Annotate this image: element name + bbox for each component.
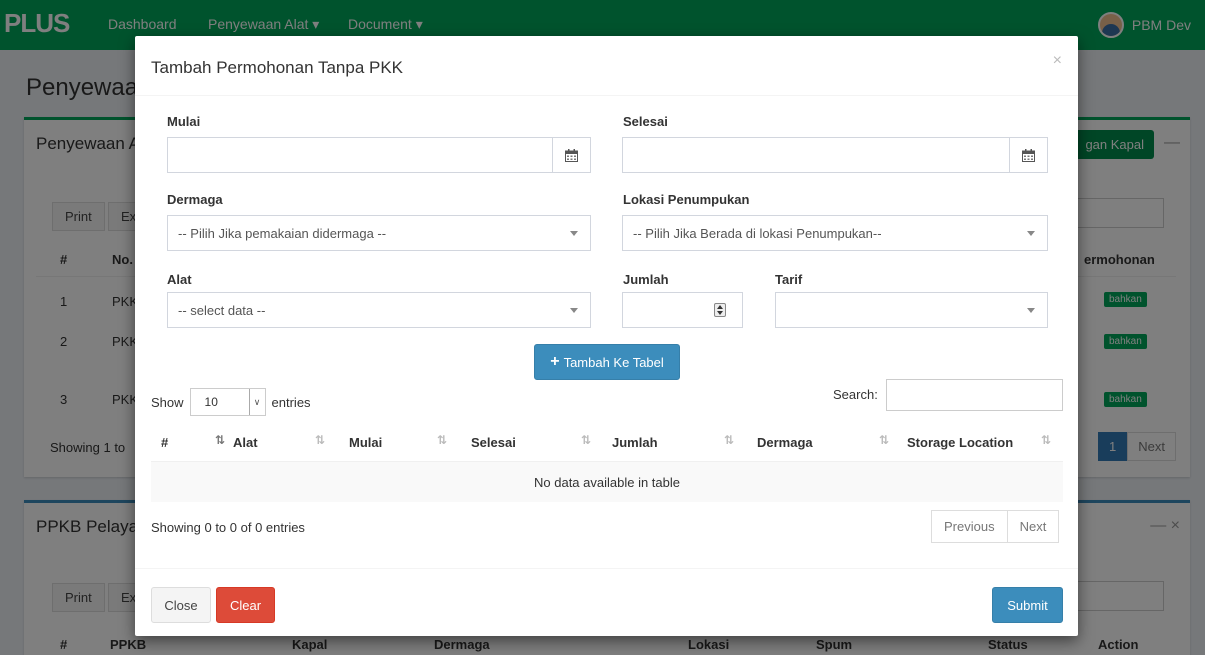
table-info: Showing 0 to 0 of 0 entries — [151, 520, 305, 535]
tarif-label: Tarif — [775, 272, 803, 287]
chevron-down-icon — [570, 308, 578, 313]
dermaga-select[interactable]: -- Pilih Jika pemakaian didermaga -- — [167, 215, 591, 251]
calendar-icon[interactable] — [1009, 138, 1047, 172]
col-hash-label: # — [161, 434, 169, 450]
col-dermaga[interactable]: Dermaga ⇅ — [757, 422, 900, 462]
tambah-permohonan-modal: Tambah Permohonan Tanpa PKK × Mulai Sele… — [135, 36, 1078, 636]
modal-footer: Close Clear Submit — [135, 568, 1078, 636]
dermaga-selected: -- Pilih Jika pemakaian didermaga -- — [178, 225, 387, 241]
col-hash[interactable]: # ⇅ — [161, 422, 236, 462]
chevron-down-icon: ∨ — [248, 389, 265, 415]
alat-selected: -- select data -- — [178, 302, 266, 318]
selesai-date-input[interactable] — [622, 137, 1048, 173]
col-jumlah[interactable]: Jumlah ⇅ — [612, 422, 746, 462]
jumlah-label: Jumlah — [623, 272, 669, 287]
selesai-label: Selesai — [623, 114, 668, 129]
modal-title: Tambah Permohonan Tanpa PKK — [151, 58, 404, 77]
col-selesai-label: Selesai — [471, 434, 516, 450]
sort-icon: ⇅ — [724, 433, 734, 447]
close-button[interactable]: Close — [151, 587, 211, 623]
chevron-down-icon — [570, 231, 578, 236]
chevron-down-icon — [1027, 231, 1035, 236]
chevron-down-icon — [1027, 308, 1035, 313]
show-label: Show — [151, 394, 184, 410]
sort-icon: ⇅ — [437, 433, 447, 447]
alat-label: Alat — [167, 272, 192, 287]
plus-icon: + — [550, 353, 560, 370]
col-selesai[interactable]: Selesai ⇅ — [471, 422, 597, 462]
mulai-label: Mulai — [167, 114, 201, 129]
table-pagination: Previous Next — [931, 510, 1060, 543]
clear-button[interactable]: Clear — [216, 587, 275, 623]
col-mulai-label: Mulai — [349, 434, 383, 450]
sort-icon: ⇅ — [879, 433, 889, 447]
entries-length-select[interactable]: 10 ∨ — [189, 388, 266, 416]
lokasi-selected: -- Pilih Jika Berada di lokasi Penumpuka… — [633, 225, 882, 241]
previous-page-button[interactable]: Previous — [931, 510, 1008, 543]
entries-length-control: Show 10 ∨ entries — [151, 388, 311, 416]
entries-length-value: 10 — [204, 395, 218, 409]
tambah-ke-tabel-label: Tambah Ke Tabel — [563, 354, 664, 370]
dermaga-label: Dermaga — [167, 192, 223, 207]
col-dermaga-label: Dermaga — [757, 434, 813, 450]
col-alat-label: Alat — [233, 434, 258, 450]
calendar-icon[interactable] — [552, 138, 590, 172]
col-mulai[interactable]: Mulai ⇅ — [349, 422, 462, 462]
entries-label: entries — [271, 394, 311, 410]
mulai-date-input[interactable] — [167, 137, 591, 173]
modal-header: Tambah Permohonan Tanpa PKK × — [135, 36, 1078, 96]
col-alat[interactable]: Alat ⇅ — [233, 422, 336, 462]
sort-icon: ⇅ — [581, 433, 591, 447]
tambah-ke-tabel-button[interactable]: + Tambah Ke Tabel — [534, 344, 680, 380]
sort-icon: ⇅ — [315, 433, 325, 447]
col-jumlah-label: Jumlah — [612, 434, 658, 450]
table-header: # ⇅ Alat ⇅ Mulai ⇅ Selesai ⇅ Jumlah ⇅ De… — [151, 422, 1063, 462]
sort-icon: ⇅ — [1041, 433, 1051, 447]
sort-asc-icon: ⇅ — [215, 433, 225, 447]
lokasi-label: Lokasi Penumpukan — [623, 192, 750, 207]
table-search-input[interactable] — [886, 379, 1063, 411]
tarif-select[interactable] — [775, 292, 1048, 328]
close-icon[interactable]: × — [1053, 52, 1062, 70]
jumlah-number-input[interactable] — [622, 292, 743, 328]
col-storage-location[interactable]: Storage Location ⇅ — [907, 422, 1057, 462]
lokasi-penumpukan-select[interactable]: -- Pilih Jika Berada di lokasi Penumpuka… — [622, 215, 1048, 251]
next-page-button[interactable]: Next — [1007, 510, 1060, 543]
table-empty-row: No data available in table — [151, 462, 1063, 502]
alat-select[interactable]: -- select data -- — [167, 292, 591, 328]
number-spinner-icon[interactable] — [714, 303, 726, 317]
search-label: Search: — [833, 387, 878, 402]
submit-button[interactable]: Submit — [992, 587, 1063, 623]
col-storage-location-label: Storage Location — [907, 434, 1014, 450]
